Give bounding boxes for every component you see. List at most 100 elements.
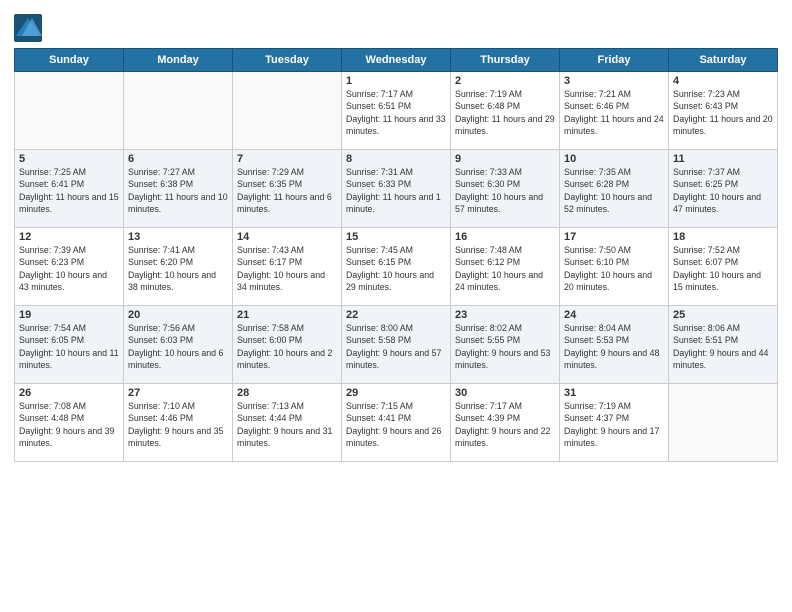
day-number: 4 bbox=[673, 75, 773, 87]
calendar-week-row: 12Sunrise: 7:39 AM Sunset: 6:23 PM Dayli… bbox=[15, 228, 778, 306]
calendar-cell: 21Sunrise: 7:58 AM Sunset: 6:00 PM Dayli… bbox=[233, 306, 342, 384]
day-info: Sunrise: 7:25 AM Sunset: 6:41 PM Dayligh… bbox=[19, 166, 119, 215]
day-number: 2 bbox=[455, 75, 555, 87]
day-info: Sunrise: 7:21 AM Sunset: 6:46 PM Dayligh… bbox=[564, 88, 664, 137]
day-info: Sunrise: 7:33 AM Sunset: 6:30 PM Dayligh… bbox=[455, 166, 555, 215]
day-number: 15 bbox=[346, 231, 446, 243]
calendar-cell: 18Sunrise: 7:52 AM Sunset: 6:07 PM Dayli… bbox=[669, 228, 778, 306]
calendar-cell bbox=[15, 72, 124, 150]
calendar-cell: 11Sunrise: 7:37 AM Sunset: 6:25 PM Dayli… bbox=[669, 150, 778, 228]
calendar-cell: 5Sunrise: 7:25 AM Sunset: 6:41 PM Daylig… bbox=[15, 150, 124, 228]
day-info: Sunrise: 7:37 AM Sunset: 6:25 PM Dayligh… bbox=[673, 166, 773, 215]
day-info: Sunrise: 8:02 AM Sunset: 5:55 PM Dayligh… bbox=[455, 322, 555, 371]
day-number: 17 bbox=[564, 231, 664, 243]
day-number: 9 bbox=[455, 153, 555, 165]
day-info: Sunrise: 7:15 AM Sunset: 4:41 PM Dayligh… bbox=[346, 400, 446, 449]
day-info: Sunrise: 8:00 AM Sunset: 5:58 PM Dayligh… bbox=[346, 322, 446, 371]
day-info: Sunrise: 7:50 AM Sunset: 6:10 PM Dayligh… bbox=[564, 244, 664, 293]
calendar-cell: 4Sunrise: 7:23 AM Sunset: 6:43 PM Daylig… bbox=[669, 72, 778, 150]
day-number: 29 bbox=[346, 387, 446, 399]
calendar-cell: 28Sunrise: 7:13 AM Sunset: 4:44 PM Dayli… bbox=[233, 384, 342, 462]
calendar-week-row: 26Sunrise: 7:08 AM Sunset: 4:48 PM Dayli… bbox=[15, 384, 778, 462]
day-info: Sunrise: 7:17 AM Sunset: 4:39 PM Dayligh… bbox=[455, 400, 555, 449]
day-number: 23 bbox=[455, 309, 555, 321]
calendar-cell bbox=[233, 72, 342, 150]
calendar-cell: 16Sunrise: 7:48 AM Sunset: 6:12 PM Dayli… bbox=[451, 228, 560, 306]
calendar-cell: 15Sunrise: 7:45 AM Sunset: 6:15 PM Dayli… bbox=[342, 228, 451, 306]
day-info: Sunrise: 7:43 AM Sunset: 6:17 PM Dayligh… bbox=[237, 244, 337, 293]
calendar-cell: 10Sunrise: 7:35 AM Sunset: 6:28 PM Dayli… bbox=[560, 150, 669, 228]
day-number: 12 bbox=[19, 231, 119, 243]
calendar-cell: 8Sunrise: 7:31 AM Sunset: 6:33 PM Daylig… bbox=[342, 150, 451, 228]
day-number: 6 bbox=[128, 153, 228, 165]
weekday-header-monday: Monday bbox=[124, 49, 233, 72]
calendar-cell: 13Sunrise: 7:41 AM Sunset: 6:20 PM Dayli… bbox=[124, 228, 233, 306]
calendar-cell bbox=[669, 384, 778, 462]
day-info: Sunrise: 8:06 AM Sunset: 5:51 PM Dayligh… bbox=[673, 322, 773, 371]
day-number: 28 bbox=[237, 387, 337, 399]
calendar-cell: 26Sunrise: 7:08 AM Sunset: 4:48 PM Dayli… bbox=[15, 384, 124, 462]
day-number: 16 bbox=[455, 231, 555, 243]
day-info: Sunrise: 7:35 AM Sunset: 6:28 PM Dayligh… bbox=[564, 166, 664, 215]
day-number: 14 bbox=[237, 231, 337, 243]
calendar-cell: 31Sunrise: 7:19 AM Sunset: 4:37 PM Dayli… bbox=[560, 384, 669, 462]
calendar-week-row: 1Sunrise: 7:17 AM Sunset: 6:51 PM Daylig… bbox=[15, 72, 778, 150]
calendar-cell: 12Sunrise: 7:39 AM Sunset: 6:23 PM Dayli… bbox=[15, 228, 124, 306]
calendar-cell: 22Sunrise: 8:00 AM Sunset: 5:58 PM Dayli… bbox=[342, 306, 451, 384]
day-number: 7 bbox=[237, 153, 337, 165]
weekday-header-saturday: Saturday bbox=[669, 49, 778, 72]
weekday-header-row: SundayMondayTuesdayWednesdayThursdayFrid… bbox=[15, 49, 778, 72]
day-number: 13 bbox=[128, 231, 228, 243]
day-number: 20 bbox=[128, 309, 228, 321]
calendar-cell: 6Sunrise: 7:27 AM Sunset: 6:38 PM Daylig… bbox=[124, 150, 233, 228]
day-number: 26 bbox=[19, 387, 119, 399]
page-container: SundayMondayTuesdayWednesdayThursdayFrid… bbox=[0, 0, 792, 470]
day-info: Sunrise: 7:27 AM Sunset: 6:38 PM Dayligh… bbox=[128, 166, 228, 215]
calendar-cell: 23Sunrise: 8:02 AM Sunset: 5:55 PM Dayli… bbox=[451, 306, 560, 384]
calendar-cell: 7Sunrise: 7:29 AM Sunset: 6:35 PM Daylig… bbox=[233, 150, 342, 228]
logo-icon bbox=[14, 14, 42, 42]
calendar-cell: 27Sunrise: 7:10 AM Sunset: 4:46 PM Dayli… bbox=[124, 384, 233, 462]
day-number: 3 bbox=[564, 75, 664, 87]
weekday-header-thursday: Thursday bbox=[451, 49, 560, 72]
day-number: 8 bbox=[346, 153, 446, 165]
day-number: 27 bbox=[128, 387, 228, 399]
day-info: Sunrise: 7:19 AM Sunset: 4:37 PM Dayligh… bbox=[564, 400, 664, 449]
day-info: Sunrise: 7:56 AM Sunset: 6:03 PM Dayligh… bbox=[128, 322, 228, 371]
calendar-cell: 17Sunrise: 7:50 AM Sunset: 6:10 PM Dayli… bbox=[560, 228, 669, 306]
calendar-cell: 30Sunrise: 7:17 AM Sunset: 4:39 PM Dayli… bbox=[451, 384, 560, 462]
calendar-cell: 29Sunrise: 7:15 AM Sunset: 4:41 PM Dayli… bbox=[342, 384, 451, 462]
day-number: 24 bbox=[564, 309, 664, 321]
day-info: Sunrise: 8:04 AM Sunset: 5:53 PM Dayligh… bbox=[564, 322, 664, 371]
day-number: 25 bbox=[673, 309, 773, 321]
calendar-week-row: 19Sunrise: 7:54 AM Sunset: 6:05 PM Dayli… bbox=[15, 306, 778, 384]
day-info: Sunrise: 7:08 AM Sunset: 4:48 PM Dayligh… bbox=[19, 400, 119, 449]
day-info: Sunrise: 7:39 AM Sunset: 6:23 PM Dayligh… bbox=[19, 244, 119, 293]
day-info: Sunrise: 7:17 AM Sunset: 6:51 PM Dayligh… bbox=[346, 88, 446, 137]
day-number: 19 bbox=[19, 309, 119, 321]
day-info: Sunrise: 7:45 AM Sunset: 6:15 PM Dayligh… bbox=[346, 244, 446, 293]
calendar-cell: 1Sunrise: 7:17 AM Sunset: 6:51 PM Daylig… bbox=[342, 72, 451, 150]
day-info: Sunrise: 7:10 AM Sunset: 4:46 PM Dayligh… bbox=[128, 400, 228, 449]
calendar-cell: 9Sunrise: 7:33 AM Sunset: 6:30 PM Daylig… bbox=[451, 150, 560, 228]
calendar-week-row: 5Sunrise: 7:25 AM Sunset: 6:41 PM Daylig… bbox=[15, 150, 778, 228]
header bbox=[14, 10, 778, 42]
day-info: Sunrise: 7:52 AM Sunset: 6:07 PM Dayligh… bbox=[673, 244, 773, 293]
day-number: 18 bbox=[673, 231, 773, 243]
weekday-header-wednesday: Wednesday bbox=[342, 49, 451, 72]
day-number: 22 bbox=[346, 309, 446, 321]
day-info: Sunrise: 7:54 AM Sunset: 6:05 PM Dayligh… bbox=[19, 322, 119, 371]
weekday-header-tuesday: Tuesday bbox=[233, 49, 342, 72]
day-info: Sunrise: 7:41 AM Sunset: 6:20 PM Dayligh… bbox=[128, 244, 228, 293]
weekday-header-friday: Friday bbox=[560, 49, 669, 72]
day-info: Sunrise: 7:19 AM Sunset: 6:48 PM Dayligh… bbox=[455, 88, 555, 137]
day-number: 11 bbox=[673, 153, 773, 165]
day-info: Sunrise: 7:58 AM Sunset: 6:00 PM Dayligh… bbox=[237, 322, 337, 371]
day-info: Sunrise: 7:13 AM Sunset: 4:44 PM Dayligh… bbox=[237, 400, 337, 449]
calendar-cell: 3Sunrise: 7:21 AM Sunset: 6:46 PM Daylig… bbox=[560, 72, 669, 150]
day-info: Sunrise: 7:29 AM Sunset: 6:35 PM Dayligh… bbox=[237, 166, 337, 215]
calendar-cell: 20Sunrise: 7:56 AM Sunset: 6:03 PM Dayli… bbox=[124, 306, 233, 384]
day-number: 10 bbox=[564, 153, 664, 165]
calendar-table: SundayMondayTuesdayWednesdayThursdayFrid… bbox=[14, 48, 778, 462]
calendar-cell bbox=[124, 72, 233, 150]
